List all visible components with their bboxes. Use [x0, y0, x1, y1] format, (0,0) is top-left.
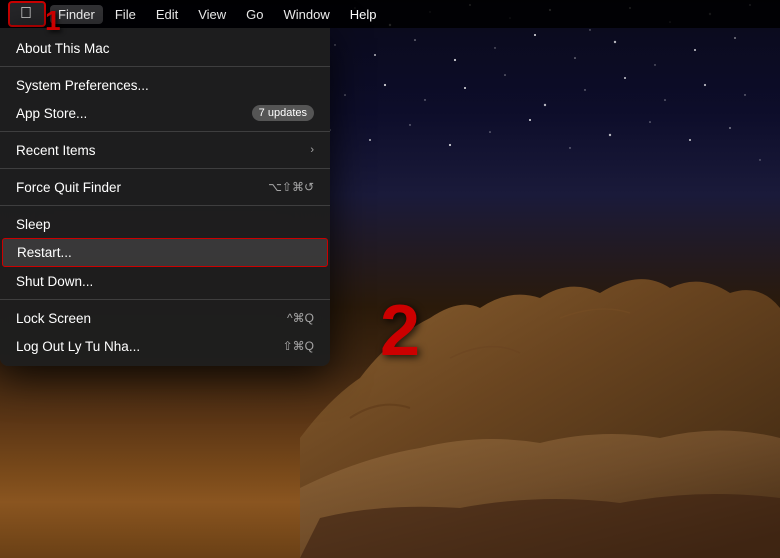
system-preferences-item[interactable]: System Preferences...: [0, 71, 330, 99]
menubar:  Finder File Edit View Go Window Help: [0, 0, 780, 28]
rock-formation: [300, 238, 780, 558]
recent-items-item[interactable]: Recent Items ›: [0, 136, 330, 164]
recent-items-chevron: ›: [310, 144, 314, 156]
app-store-label: App Store...: [16, 106, 87, 121]
step-1-annotation: 1: [45, 5, 61, 37]
log-out-shortcut: ⇧⌘Q: [283, 339, 314, 353]
apple-logo-icon: : [20, 5, 32, 22]
about-this-mac-item[interactable]: About This Mac: [0, 34, 330, 62]
file-menu-button[interactable]: File: [107, 5, 144, 24]
help-menu-button[interactable]: Help: [342, 5, 385, 24]
edit-menu-button[interactable]: Edit: [148, 5, 186, 24]
view-menu-button[interactable]: View: [190, 5, 234, 24]
divider-5: [0, 299, 330, 300]
updates-badge: 7 updates: [252, 105, 314, 121]
stars: [300, 0, 780, 220]
force-quit-item[interactable]: Force Quit Finder ⌥⇧⌘↺: [0, 173, 330, 201]
lock-screen-item[interactable]: Lock Screen ^⌘Q: [0, 304, 330, 332]
window-menu-button[interactable]: Window: [276, 5, 338, 24]
divider-4: [0, 205, 330, 206]
shut-down-item[interactable]: Shut Down...: [0, 267, 330, 295]
log-out-item[interactable]: Log Out Ly Tu Nha... ⇧⌘Q: [0, 332, 330, 360]
lock-screen-shortcut: ^⌘Q: [287, 311, 314, 325]
restart-item[interactable]: Restart...: [2, 238, 328, 267]
divider-2: [0, 131, 330, 132]
step-2-annotation: 2: [380, 290, 420, 372]
apple-dropdown-menu: About This Mac System Preferences... App…: [0, 28, 330, 366]
app-store-item[interactable]: App Store... 7 updates: [0, 99, 330, 127]
divider-1: [0, 66, 330, 67]
go-menu-button[interactable]: Go: [238, 5, 271, 24]
apple-menu-button[interactable]: : [8, 1, 46, 27]
sleep-item[interactable]: Sleep: [0, 210, 330, 238]
divider-3: [0, 168, 330, 169]
force-quit-shortcut: ⌥⇧⌘↺: [268, 180, 314, 194]
